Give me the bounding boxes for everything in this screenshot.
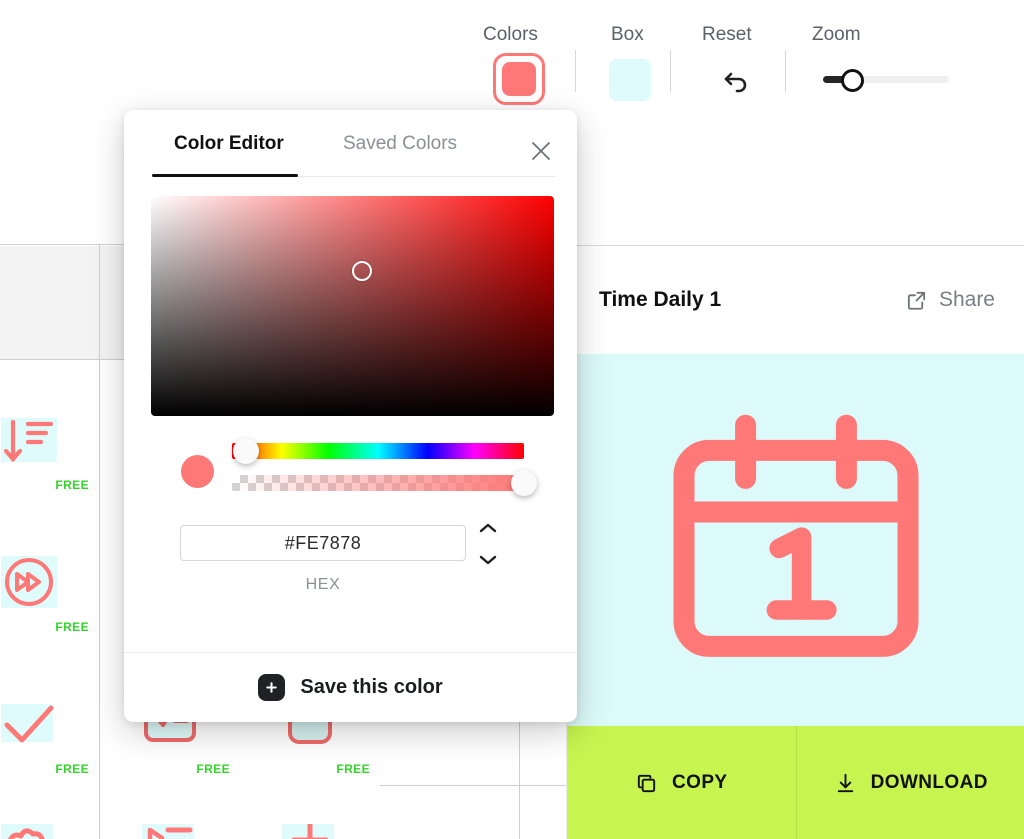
colors-swatch-button[interactable]	[493, 53, 545, 105]
icon-grid-cell[interactable]: FREE	[0, 502, 99, 644]
airplane-icon	[282, 821, 338, 839]
hex-format-stepper[interactable]	[476, 522, 500, 566]
preview-header: Time Daily 1 Share	[567, 246, 1024, 354]
app-root: FREE FREE FREE FREE FREE Colors Box Rese…	[0, 0, 1024, 839]
reset-label: Reset	[702, 24, 752, 45]
icon-grid-cell[interactable]: FREE	[0, 360, 99, 502]
calendar-day-1-icon	[673, 414, 919, 657]
preview-canvas	[567, 354, 1024, 726]
share-label: Share	[938, 288, 995, 311]
save-color-button[interactable]: Save this color	[124, 653, 577, 722]
zoom-slider[interactable]	[823, 69, 949, 92]
toolbar-group-colors: Colors	[483, 25, 538, 44]
undo-arrow-icon	[724, 72, 747, 93]
page-title: Time Daily 1	[599, 288, 722, 311]
toolbar-separator	[575, 50, 576, 92]
checkmark-icon	[1, 696, 57, 752]
free-badge: FREE	[336, 762, 370, 776]
alpha-slider-track[interactable]	[232, 475, 524, 491]
icon-grid-cell[interactable]	[240, 786, 380, 839]
colors-label: Colors	[483, 24, 538, 45]
copy-label: COPY	[672, 772, 728, 793]
saturation-value-picker[interactable]	[151, 196, 554, 416]
icon-grid-cell[interactable]	[100, 786, 240, 839]
close-button[interactable]	[529, 139, 553, 163]
download-icon	[837, 773, 853, 792]
toolbar-group-zoom: Zoom	[812, 25, 861, 44]
saturation-value-handle[interactable]	[352, 261, 372, 281]
tab-color-editor[interactable]: Color Editor	[174, 134, 284, 153]
chevron-up-icon	[479, 523, 497, 533]
zoom-label: Zoom	[812, 24, 861, 45]
zoom-slider-thumb[interactable]	[841, 69, 864, 92]
icon-grid-cell[interactable]	[0, 786, 99, 839]
color-swatch-fill	[502, 62, 536, 96]
chevron-down-icon	[479, 555, 497, 565]
preview-panel: Time Daily 1 Share COPY DOWNLOAD	[566, 245, 1024, 839]
tab-active-indicator	[152, 174, 298, 177]
external-link-icon	[907, 291, 926, 310]
hex-input[interactable]: #FE7878	[180, 525, 466, 561]
download-button[interactable]: DOWNLOAD	[795, 726, 1024, 839]
save-color-label: Save this color	[300, 676, 443, 698]
play-line-icon	[142, 824, 198, 839]
box-label: Box	[611, 24, 644, 45]
hue-slider-handle[interactable]	[233, 438, 259, 464]
color-editor-popover: Color Editor Saved Colors #FE7878 HEX Sa…	[124, 110, 577, 722]
free-badge: FREE	[55, 620, 89, 634]
plus-icon	[258, 674, 286, 701]
icon-grid-cell[interactable]: FREE	[0, 644, 99, 786]
preview-actions: COPY DOWNLOAD	[567, 726, 1024, 839]
share-button[interactable]: Share	[905, 288, 995, 312]
popover-tabs: Color Editor Saved Colors	[124, 110, 577, 180]
box-swatch-button[interactable]	[609, 59, 651, 101]
alpha-slider-handle[interactable]	[511, 470, 537, 496]
hex-format-label: HEX	[305, 576, 341, 593]
tab-saved-colors[interactable]: Saved Colors	[343, 134, 457, 153]
cloud-icon	[1, 824, 57, 839]
sort-descending-icon	[1, 412, 57, 468]
close-icon	[532, 142, 550, 160]
copy-button[interactable]: COPY	[567, 726, 796, 839]
current-color-preview	[181, 455, 214, 488]
free-badge: FREE	[55, 762, 89, 776]
hue-slider-track[interactable]	[232, 443, 524, 459]
free-badge: FREE	[55, 478, 89, 492]
fast-forward-circle-icon	[1, 554, 57, 610]
hue-slider[interactable]	[232, 438, 524, 464]
reset-button[interactable]	[714, 58, 758, 102]
alpha-slider[interactable]	[232, 470, 537, 496]
copy-icon	[637, 774, 656, 792]
toolbar-group-box: Box	[611, 25, 644, 44]
toolbar-group-reset: Reset	[702, 25, 752, 44]
top-toolbar: Colors Box Reset Zoom	[380, 0, 1024, 120]
toolbar-separator	[785, 50, 786, 92]
free-badge: FREE	[196, 762, 230, 776]
download-label: DOWNLOAD	[870, 772, 988, 793]
toolbar-separator	[670, 50, 671, 92]
